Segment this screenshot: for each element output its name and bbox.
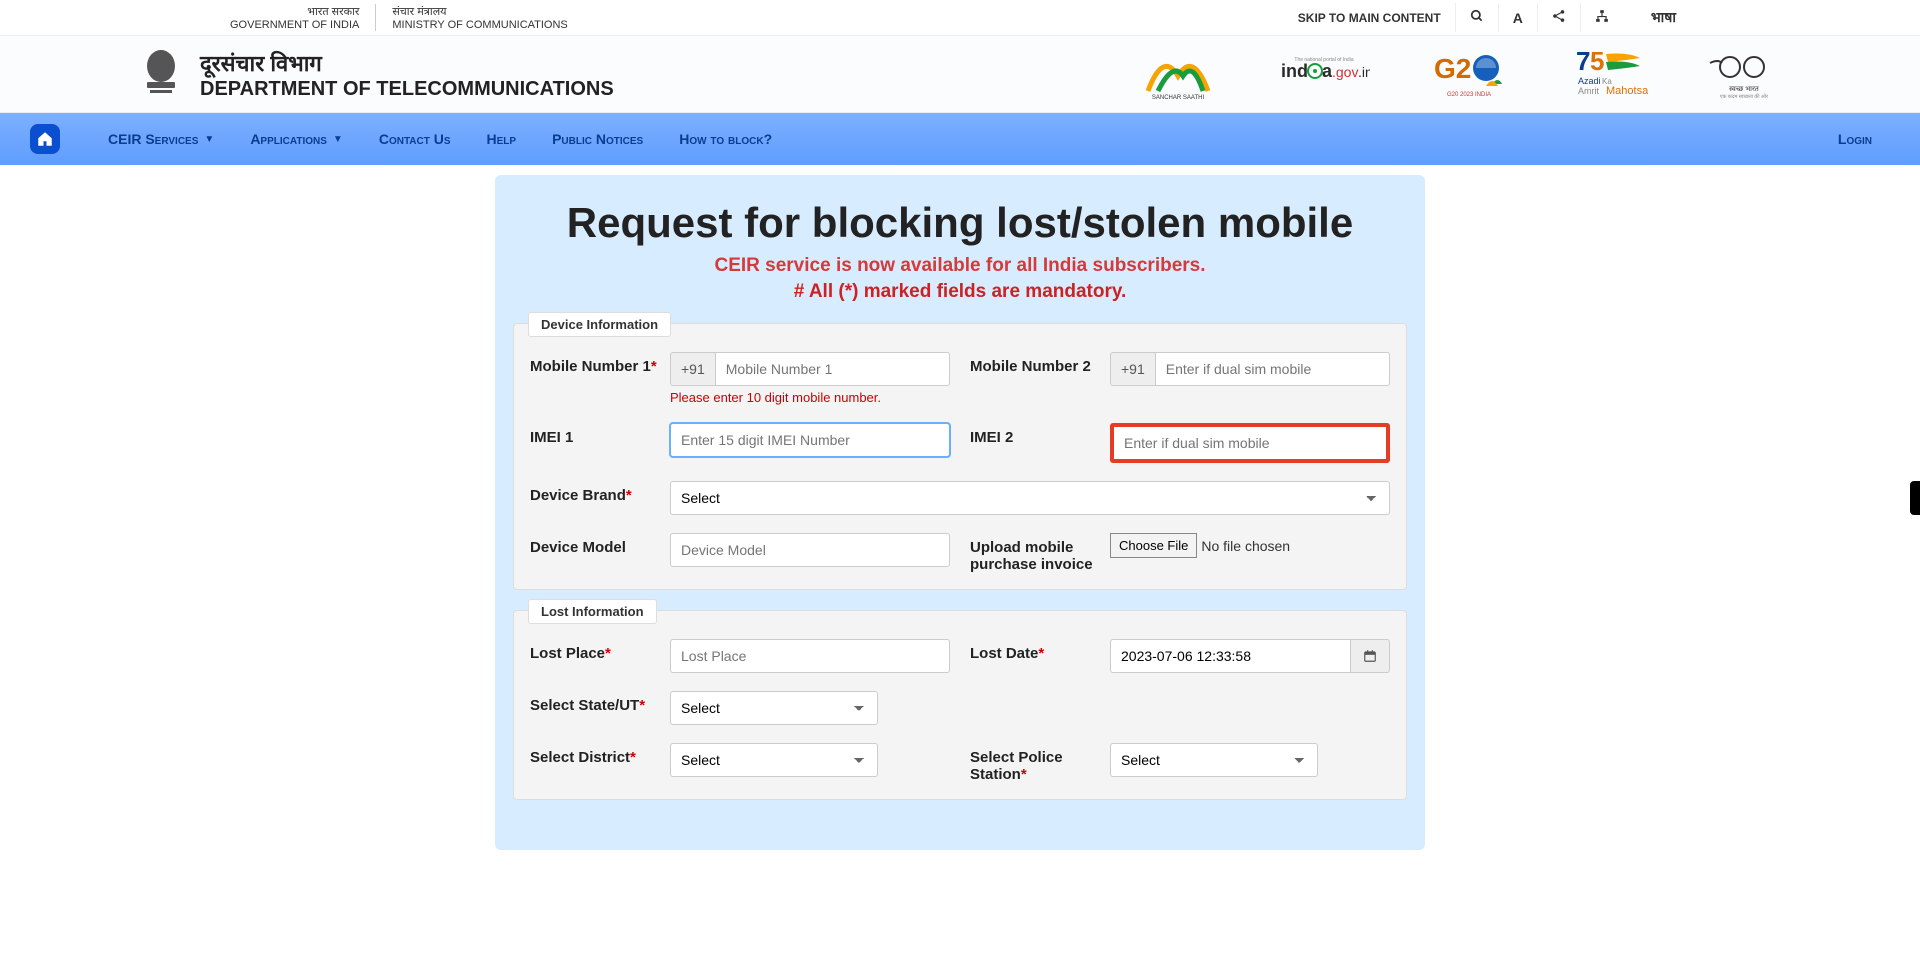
mobile1-input[interactable] [715,352,950,386]
top-left: भारत सरकार GOVERNMENT OF INDIA संचार मंत… [230,4,568,31]
mobile1-label: Mobile Number 1* [530,352,660,375]
ministry: संचार मंत्रालय MINISTRY OF COMMUNICATION… [375,4,567,31]
azadi-logo: 75AzadiKaAmritMahotsav [1568,49,1648,99]
nav-how-to-block[interactable]: How to block? [661,131,790,147]
imei1-label: IMEI 1 [530,423,660,446]
lost-information-card: Lost Information Lost Place* Lost Date* [513,610,1407,800]
nav-contact[interactable]: Contact Us [361,131,469,147]
svg-text:ind: ind [1281,61,1308,81]
upload-label: Upload mobile purchase invoice [970,533,1100,573]
nav-ceir-services[interactable]: CEIR Services▼ [90,131,232,147]
calendar-icon [1363,649,1377,663]
country-code-prefix: +91 [670,352,715,386]
police-select[interactable]: Select [1110,743,1318,777]
svg-text:Mahotsav: Mahotsav [1606,85,1648,97]
min-en: MINISTRY OF COMMUNICATIONS [392,19,567,31]
g20-logo: G2 G20 2023 INDIA [1430,49,1508,99]
nav-login[interactable]: Login [1820,131,1890,147]
nav-help[interactable]: Help [469,131,535,147]
home-button[interactable] [30,124,60,154]
subtitle-1: CEIR service is now available for all In… [495,255,1425,277]
min-hi: संचार मंत्रालय [392,4,567,19]
imei2-label: IMEI 2 [970,423,1100,446]
svg-text:The national portal of India: The national portal of India [1294,57,1353,63]
svg-text:एक कदम स्वच्छता की ओर: एक कदम स्वच्छता की ओर [1720,93,1769,99]
country-code-prefix: +91 [1110,352,1155,386]
district-select[interactable]: Select [670,743,878,777]
lost-date-input[interactable] [1110,639,1351,673]
brand-select[interactable]: Select [670,481,1390,515]
top-strip: भारत सरकार GOVERNMENT OF INDIA संचार मंत… [0,0,1920,36]
device-legend: Device Information [528,312,671,337]
svg-text:स्वच्छ भारत: स्वच्छ भारत [1729,86,1760,93]
imei1-input[interactable] [670,423,950,457]
device-information-card: Device Information Mobile Number 1* +91 … [513,323,1407,590]
share-icon[interactable] [1537,3,1580,32]
svg-text:Amrit: Amrit [1578,86,1599,96]
mobile2-label: Mobile Number 2 [970,352,1100,375]
national-emblem-icon [140,46,182,102]
svg-text:5: 5 [1590,48,1604,76]
font-size-icon[interactable]: A [1498,4,1537,32]
sitemap-icon[interactable] [1580,3,1623,32]
gov-hi: भारत सरकार [230,4,359,19]
state-label: Select State/UT* [530,691,660,714]
sanchar-saathi-logo: SANCHAR SAATHI [1138,49,1218,99]
department-title: दूरसंचार विभाग DEPARTMENT OF TELECOMMUNI… [200,48,614,101]
choose-file-button[interactable]: Choose File [1110,533,1197,558]
lost-place-label: Lost Place* [530,639,660,662]
model-input[interactable] [670,533,950,567]
model-label: Device Model [530,533,660,556]
chevron-down-icon: ▼ [204,134,214,145]
svg-text:.in: .in [1358,64,1370,80]
svg-text:7: 7 [1576,48,1590,76]
form-container: Request for blocking lost/stolen mobile … [495,175,1425,850]
lost-legend: Lost Information [528,599,657,624]
svg-text:SANCHAR SAATHI: SANCHAR SAATHI [1152,95,1205,101]
district-label: Select District* [530,743,660,766]
mobile2-input[interactable] [1155,352,1390,386]
partner-logos: SANCHAR SAATHI inda.gov.inThe national p… [1138,49,1780,99]
gov-of-india: भारत सरकार GOVERNMENT OF INDIA [230,4,359,31]
police-label: Select Police Station* [970,743,1100,783]
page-title: Request for blocking lost/stolen mobile [495,199,1425,247]
calendar-button[interactable] [1351,639,1390,673]
brand-label: Device Brand* [530,481,660,504]
svg-text:G20 2023 INDIA: G20 2023 INDIA [1447,92,1491,98]
svg-text:.gov: .gov [1332,64,1358,80]
lost-date-label: Lost Date* [970,639,1100,662]
chevron-down-icon: ▼ [333,134,343,145]
svg-text:G2: G2 [1434,53,1471,84]
subtitle-2: # All (*) marked fields are mandatory. [495,281,1425,303]
gov-en: GOVERNMENT OF INDIA [230,19,359,31]
main-nav: CEIR Services▼ Applications▼ Contact Us … [0,113,1920,165]
file-status: No file chosen [1201,538,1290,554]
imei2-input[interactable] [1110,423,1390,463]
india-gov-logo: inda.gov.inThe national portal of India [1278,49,1370,99]
skip-link[interactable]: SKIP TO MAIN CONTENT [1284,5,1455,31]
mobile1-error: Please enter 10 digit mobile number. [670,390,950,405]
side-feedback-tab[interactable] [1910,481,1920,515]
lost-place-input[interactable] [670,639,950,673]
site-header: दूरसंचार विभाग DEPARTMENT OF TELECOMMUNI… [0,36,1920,113]
dept-english: DEPARTMENT OF TELECOMMUNICATIONS [200,78,614,101]
state-select[interactable]: Select [670,691,878,725]
dept-hindi: दूरसंचार विभाग [200,48,614,78]
nav-public-notices[interactable]: Public Notices [534,131,661,147]
swachh-bharat-logo: स्वच्छ भारतएक कदम स्वच्छता की ओर [1708,49,1780,99]
nav-applications[interactable]: Applications▼ [232,131,361,147]
search-icon[interactable] [1455,3,1498,32]
top-right: SKIP TO MAIN CONTENT A भाषा [1284,2,1690,33]
svg-text:Azadi: Azadi [1578,76,1601,86]
language-selector[interactable]: भाषा [1623,2,1690,33]
